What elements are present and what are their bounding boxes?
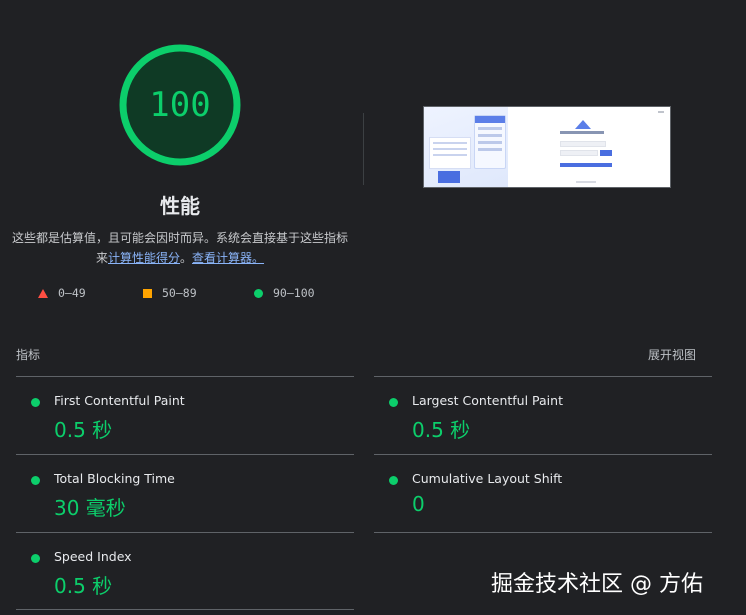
thumb-button bbox=[600, 150, 612, 156]
metrics-divider bbox=[16, 532, 354, 533]
performance-score-gauge: 100 bbox=[118, 43, 242, 167]
legend-fail-label: 0–49 bbox=[58, 286, 86, 300]
orange-square-icon bbox=[143, 288, 152, 298]
metric-cumulative-layout-shift: Cumulative Layout Shift 0 bbox=[374, 456, 694, 526]
performance-title: 性能 bbox=[160, 194, 200, 218]
metric-name: Largest Contentful Paint bbox=[412, 393, 563, 408]
score-legend: 0–49 50–89 90–100 bbox=[0, 286, 360, 302]
thumb-card bbox=[438, 171, 460, 183]
vertical-divider bbox=[363, 113, 364, 185]
view-calculator-link[interactable]: 查看计算器。 bbox=[192, 251, 264, 265]
pass-circle-icon bbox=[31, 476, 40, 485]
thumb-field bbox=[560, 141, 606, 147]
calc-score-link[interactable]: 计算性能得分 bbox=[108, 251, 180, 265]
thumb-brand bbox=[560, 131, 604, 134]
metrics-divider bbox=[16, 454, 354, 455]
metric-value: 0.5 秒 bbox=[412, 418, 471, 442]
score-description: 这些都是估算值，且可能会因时而异。系统会直接基于这些指标来计算性能得分。查看计算… bbox=[10, 228, 350, 268]
legend-pass-label: 90–100 bbox=[273, 286, 315, 300]
thumb-card bbox=[429, 137, 471, 169]
expand-view-toggle[interactable]: 展开视图 bbox=[648, 346, 696, 363]
thumb-button bbox=[560, 163, 612, 167]
metrics-title: 指标 bbox=[16, 348, 41, 362]
metric-name: Speed Index bbox=[54, 549, 132, 564]
metric-value: 30 毫秒 bbox=[54, 496, 126, 520]
metric-first-contentful-paint: First Contentful Paint 0.5 秒 bbox=[16, 378, 336, 448]
metric-name: Total Blocking Time bbox=[54, 471, 175, 486]
legend-average-label: 50–89 bbox=[162, 286, 197, 300]
thumb-corner bbox=[658, 111, 664, 113]
metrics-divider bbox=[374, 454, 712, 455]
metric-value: 0.5 秒 bbox=[54, 574, 113, 598]
legend-average: 50–89 bbox=[143, 286, 197, 300]
thumb-footer bbox=[576, 181, 596, 183]
metric-name: Cumulative Layout Shift bbox=[412, 471, 563, 486]
red-triangle-icon bbox=[38, 288, 48, 298]
legend-fail: 0–49 bbox=[38, 286, 86, 300]
final-screenshot-thumbnail[interactable] bbox=[423, 106, 671, 188]
metric-speed-index: Speed Index 0.5 秒 bbox=[16, 534, 336, 604]
metric-total-blocking-time: Total Blocking Time 30 毫秒 bbox=[16, 456, 336, 526]
metric-value: 0.5 秒 bbox=[54, 418, 113, 442]
performance-score-value: 100 bbox=[149, 85, 211, 125]
metric-largest-contentful-paint: Largest Contentful Paint 0.5 秒 bbox=[374, 378, 694, 448]
thumb-field bbox=[560, 150, 598, 156]
pass-circle-icon bbox=[31, 554, 40, 563]
metric-value: 0 bbox=[412, 492, 425, 516]
metrics-divider bbox=[374, 532, 712, 533]
pass-circle-icon bbox=[389, 476, 398, 485]
description-separator: 。 bbox=[180, 251, 193, 265]
metrics-divider bbox=[16, 609, 354, 610]
watermark: 掘金技术社区 @ 方佑 bbox=[491, 572, 703, 597]
thumb-logo-icon bbox=[575, 120, 591, 129]
pass-circle-icon bbox=[389, 398, 398, 407]
metric-name: First Contentful Paint bbox=[54, 393, 185, 408]
thumb-card bbox=[474, 115, 506, 169]
legend-pass: 90–100 bbox=[254, 286, 315, 300]
metrics-divider bbox=[16, 376, 354, 377]
green-circle-icon bbox=[254, 288, 263, 298]
metrics-divider bbox=[374, 376, 712, 377]
pass-circle-icon bbox=[31, 398, 40, 407]
lighthouse-report: 100 性能 这些都是估算值，且可能会因时而异。系统会直接基于这些指标来计算性能… bbox=[0, 0, 746, 615]
